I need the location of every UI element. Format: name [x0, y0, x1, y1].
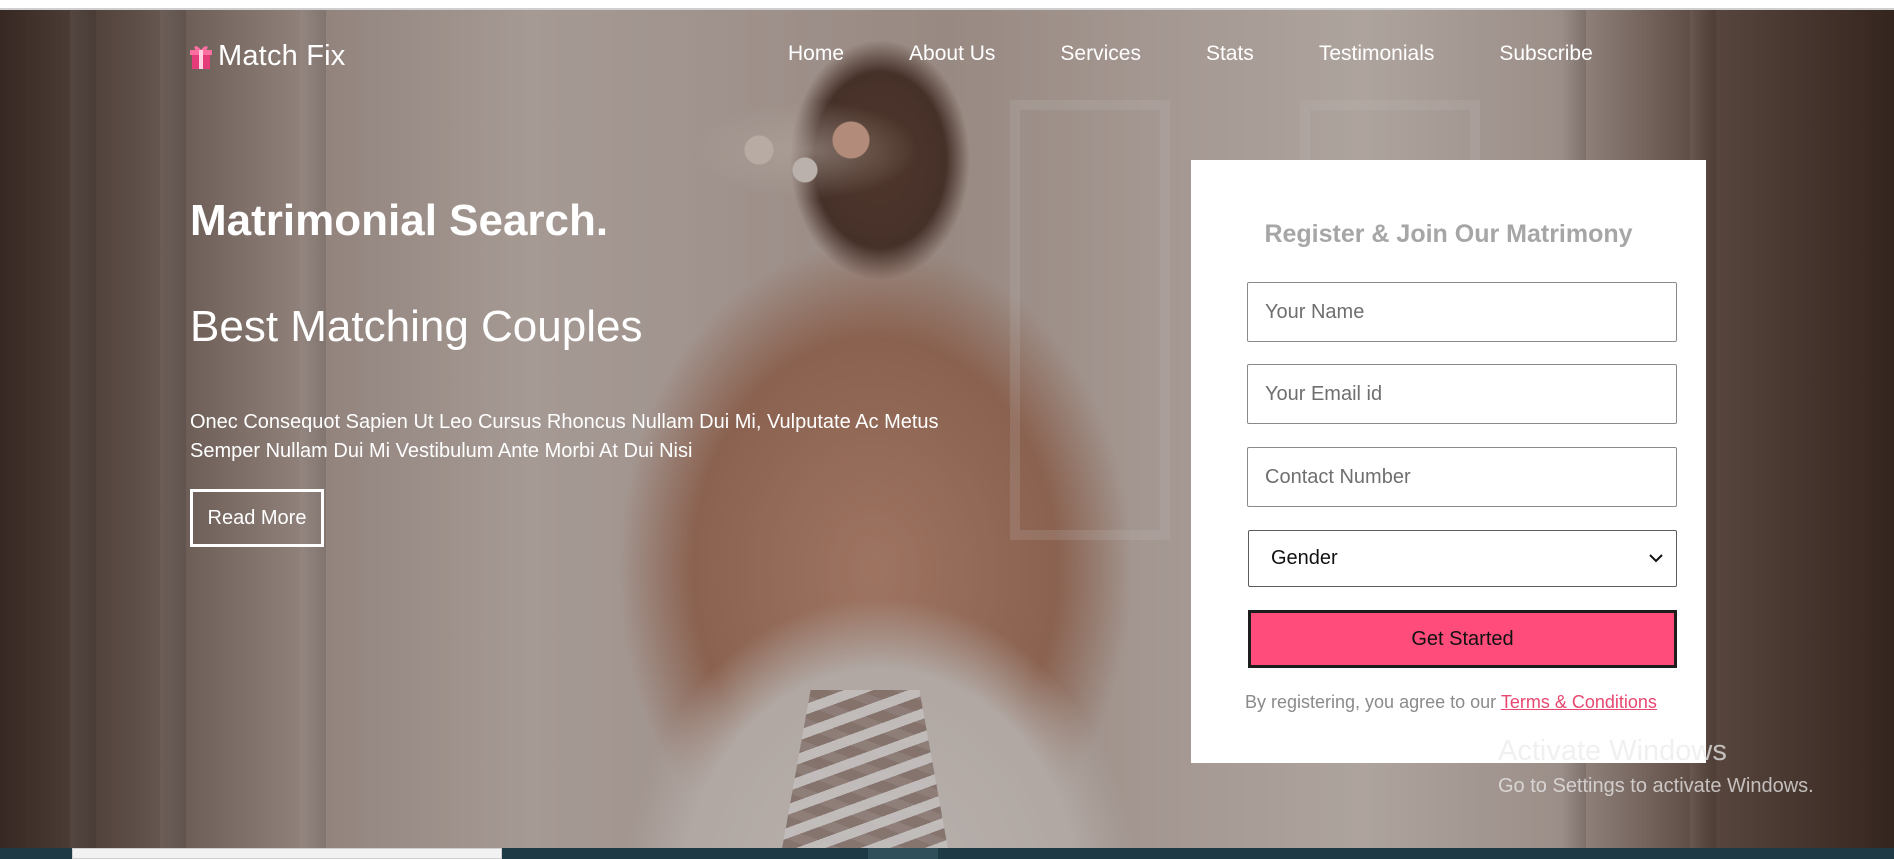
hero-title: Matrimonial Search.	[190, 196, 609, 245]
nav-link-home[interactable]: Home	[788, 42, 844, 66]
terms-link[interactable]: Terms & Conditions	[1501, 692, 1657, 712]
gender-select[interactable]: Gender	[1248, 530, 1677, 587]
nav-link-about-us[interactable]: About Us	[909, 42, 995, 66]
windows-watermark-title: Activate Windows	[1498, 735, 1727, 767]
email-input[interactable]	[1247, 364, 1677, 424]
next-section-card	[72, 848, 502, 859]
next-section-divider	[868, 848, 938, 859]
terms-notice: By registering, you agree to our Terms &…	[1245, 692, 1657, 713]
brand-name: Match Fix	[218, 40, 346, 72]
terms-prefix: By registering, you agree to our	[1245, 692, 1497, 712]
nav-link-subscribe[interactable]: Subscribe	[1499, 42, 1592, 66]
registration-card: Register & Join Our Matrimony Gender Get…	[1191, 160, 1706, 763]
chevron-down-icon	[1648, 550, 1664, 566]
gift-icon	[190, 43, 212, 71]
hero-description: Onec Consequot Sapien Ut Leo Cursus Rhon…	[190, 411, 939, 462]
brand-logo[interactable]: Match Fix	[190, 40, 346, 73]
nav-link-services[interactable]: Services	[1060, 42, 1141, 66]
main-nav: Home About Us Services Stats Testimonial…	[788, 42, 1593, 66]
contact-number-input[interactable]	[1247, 447, 1677, 507]
nav-link-stats[interactable]: Stats	[1206, 42, 1254, 66]
nav-link-testimonials[interactable]: Testimonials	[1319, 42, 1435, 66]
browser-top-edge	[0, 0, 1894, 10]
gender-select-value: Gender	[1271, 547, 1338, 569]
hero-subtitle: Best Matching Couples	[190, 302, 643, 351]
windows-watermark-subtitle: Go to Settings to activate Windows.	[1498, 775, 1814, 797]
name-input[interactable]	[1247, 282, 1677, 342]
read-more-button[interactable]: Read More	[190, 489, 324, 547]
get-started-button[interactable]: Get Started	[1248, 610, 1677, 668]
registration-title: Register & Join Our Matrimony	[1264, 220, 1633, 248]
